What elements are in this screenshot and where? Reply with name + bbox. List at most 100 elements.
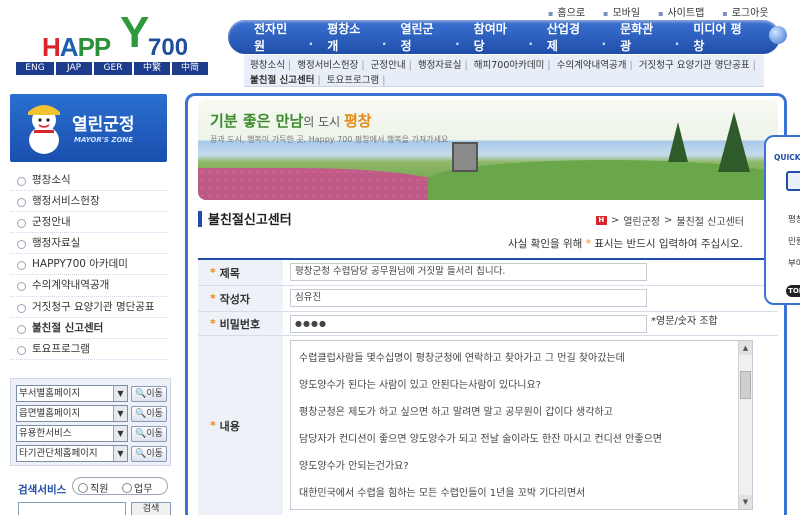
banner-subtitle: 꿈과 도시, 행복이 가득한 곳, Happy 700 평창에서 행복을 가져가… bbox=[210, 135, 449, 144]
subnav-charter[interactable]: 행정서비스헌장 bbox=[297, 60, 358, 71]
subnav-news[interactable]: 평창소식 bbox=[250, 60, 285, 71]
subnav-unkindness-center[interactable]: 불친절 신고센터 bbox=[250, 75, 315, 86]
breadcrumb-item-current: 불친절 신고센터 bbox=[676, 217, 744, 228]
lang-zh-traditional[interactable]: 中繁 bbox=[134, 62, 170, 75]
search-input[interactable] bbox=[18, 502, 126, 515]
left-menu-item[interactable]: HAPPY700 아카데미 bbox=[10, 254, 167, 276]
radio-staff[interactable]: 직원 bbox=[78, 480, 108, 495]
title-bar-marker bbox=[198, 211, 202, 227]
nav-bubble-icon bbox=[769, 26, 787, 44]
quick-item[interactable]: 부어다 bbox=[788, 257, 800, 269]
left-menu-item[interactable]: 토요프로그램 bbox=[10, 339, 167, 360]
content-textarea[interactable]: 수렵클럽사람들 몇수십명이 평창군청에 연락하고 찾아가고 그 먼길 찾아갔는데… bbox=[290, 340, 753, 510]
scroll-thumb[interactable] bbox=[740, 371, 751, 399]
subnav-academy[interactable]: 해피700아카데미 bbox=[474, 60, 545, 71]
quick-item[interactable]: 평창 bbox=[788, 213, 800, 225]
subject-label: * 제목 bbox=[198, 260, 283, 285]
search-icon: 🔍 bbox=[135, 388, 147, 399]
util-logout-link[interactable]: 로그아웃 bbox=[722, 4, 769, 19]
required-notice: 사실 확인을 위해 * 표시는 반드시 입력하여 주십시오. bbox=[508, 238, 743, 250]
banner-tree bbox=[668, 122, 688, 162]
banner-title: 기분 좋은 만남의 도시 평창 bbox=[210, 112, 372, 130]
search-button[interactable]: 검색 bbox=[131, 502, 171, 515]
content-label: * 내용 bbox=[198, 336, 283, 515]
nav-item-tourism[interactable]: 문화관광 bbox=[620, 20, 680, 54]
nav-item-open-admin[interactable]: 열린군정 bbox=[400, 20, 460, 54]
go-button[interactable]: 🔍이동 bbox=[131, 425, 167, 442]
nav-item-media[interactable]: 미디어 평창 bbox=[693, 20, 746, 54]
dept-homepage-select[interactable]: 부서별홈페이지 ▼ bbox=[16, 385, 128, 402]
form-row-author: * 작성자 심유진 bbox=[198, 286, 778, 312]
lang-ger[interactable]: GER bbox=[94, 62, 132, 75]
search-service-title: 검색서비스 bbox=[18, 484, 67, 496]
subject-field[interactable]: 평창군청 수렵담당 공무원님에 거짓말 들서리 칩니다. bbox=[290, 263, 647, 281]
left-menu: 평창소식 행정서비스헌장 군정안내 행정자료실 HAPPY700 아카데미 수의… bbox=[10, 170, 167, 360]
useful-service-select[interactable]: 유용한서비스 ▼ bbox=[16, 425, 128, 442]
go-button[interactable]: 🔍이동 bbox=[131, 385, 167, 402]
left-menu-item[interactable]: 군정안내 bbox=[10, 212, 167, 234]
quick-item[interactable]: 민원 bbox=[788, 235, 800, 247]
sub-nav: 평창소식 | 행정서비스헌장 | 군정안내 | 행정자료실 | 해피700아카데미 | 수… bbox=[244, 55, 764, 87]
scroll-down-icon[interactable]: ▼ bbox=[739, 495, 752, 509]
monitor-icon[interactable] bbox=[786, 171, 800, 191]
town-homepage-select[interactable]: 읍면별홈페이지 ▼ bbox=[16, 405, 128, 422]
breadcrumb-separator: > bbox=[610, 215, 620, 226]
content-line: 수렵클럽사람들 몇수십명이 평창군청에 연락하고 찾아가고 그 먼길 찾아갔는데 bbox=[299, 353, 625, 364]
password-hint: *영문/숫자 조합 bbox=[651, 316, 718, 327]
main-nav: 전자민원 평창소개 열린군정 참여마당 산업경제 문화관광 미디어 평창 bbox=[228, 20, 780, 54]
search-icon: 🔍 bbox=[135, 448, 147, 459]
top-button[interactable]: TOP bbox=[786, 285, 800, 297]
left-menu-item[interactable]: 거짓청구 요양기관 명단공표 bbox=[10, 297, 167, 318]
nav-item-e-civil[interactable]: 전자민원 bbox=[254, 20, 314, 54]
password-field[interactable]: ●●●● bbox=[290, 315, 647, 333]
breadcrumb-separator: > bbox=[664, 215, 673, 226]
banner-cabin bbox=[452, 142, 478, 172]
subnav-archive[interactable]: 행정자료실 bbox=[418, 60, 462, 71]
go-button[interactable]: 🔍이동 bbox=[131, 445, 167, 462]
site-link-box: 부서별홈페이지 ▼ 🔍이동 읍면별홈페이지 ▼ 🔍이동 유용한서비스 ▼ 🔍이동 타기… bbox=[10, 378, 171, 466]
content-line: 담당자가 컨디션이 좋으면 양도양수가 되고 전날 술이라도 한잔 마시고 컨디… bbox=[299, 434, 662, 445]
nav-item-about[interactable]: 평창소개 bbox=[327, 20, 387, 54]
go-button[interactable]: 🔍이동 bbox=[131, 405, 167, 422]
subnav-saturday-program[interactable]: 토요프로그램 bbox=[327, 75, 379, 86]
banner: 기분 좋은 만남의 도시 평창 꿈과 도시, 행복이 가득한 곳, Happy … bbox=[198, 100, 778, 200]
logo-letter-y: Y bbox=[120, 8, 150, 57]
left-menu-item-current[interactable]: 불친절 신고센터 bbox=[10, 318, 167, 339]
left-menu-item[interactable]: 평창소식 bbox=[10, 170, 167, 192]
banner-flower-field bbox=[198, 168, 448, 200]
search-service: 검색서비스 직원 업무 검색 bbox=[10, 474, 171, 515]
lang-zh-simplified[interactable]: 中简 bbox=[172, 62, 208, 75]
chevron-down-icon: ▼ bbox=[113, 406, 127, 421]
subnav-contracts[interactable]: 수의계약내역공개 bbox=[557, 60, 627, 71]
mayors-zone-header: 열린군정 MAYOR'S ZONE bbox=[10, 94, 167, 162]
lang-jap[interactable]: JAP bbox=[56, 62, 92, 75]
happy700-logo[interactable]: HAPP Y 700 bbox=[38, 8, 188, 62]
logo-letter-a: A bbox=[59, 32, 79, 62]
lang-eng[interactable]: ENG bbox=[16, 62, 54, 75]
textarea-scrollbar[interactable]: ▲ ▼ bbox=[738, 341, 752, 509]
other-org-select[interactable]: 타기관단체홈페이지 ▼ bbox=[16, 445, 128, 462]
home-icon[interactable]: H bbox=[595, 216, 607, 225]
left-menu-item[interactable]: 행정서비스헌장 bbox=[10, 191, 167, 213]
nav-item-participation[interactable]: 참여마당 bbox=[474, 20, 534, 54]
author-field[interactable]: 심유진 bbox=[290, 289, 647, 307]
snowman-mascot-icon bbox=[28, 105, 60, 154]
nav-item-industry[interactable]: 산업경제 bbox=[547, 20, 607, 54]
form-row-password: * 비밀번호 ●●●● *영문/숫자 조합 bbox=[198, 312, 778, 336]
radio-work[interactable]: 업무 bbox=[122, 480, 152, 495]
language-bar: ENG JAP GER 中繁 中简 bbox=[16, 62, 208, 75]
subnav-guide[interactable]: 군정안내 bbox=[371, 60, 406, 71]
scroll-up-icon[interactable]: ▲ bbox=[739, 341, 752, 355]
util-sitemap-link[interactable]: 사이트맵 bbox=[658, 4, 704, 19]
util-home-link[interactable]: 홈으로 bbox=[548, 4, 585, 19]
chevron-down-icon: ▼ bbox=[113, 446, 127, 461]
search-icon: 🔍 bbox=[135, 428, 147, 439]
util-mobile-link[interactable]: 모바일 bbox=[603, 4, 640, 19]
breadcrumb-item[interactable]: 열린군정 bbox=[623, 213, 660, 228]
chevron-down-icon: ▼ bbox=[113, 426, 127, 441]
left-menu-item[interactable]: 행정자료실 bbox=[10, 233, 167, 255]
subnav-false-claims[interactable]: 거짓청구 요양기관 명단공표 bbox=[639, 60, 750, 71]
logo-wordmark: HAPP bbox=[42, 32, 111, 63]
report-form: * 제목 평창군청 수렵담당 공무원님에 거짓말 들서리 칩니다. * 작성자 … bbox=[198, 258, 778, 515]
left-menu-item[interactable]: 수의계약내역공개 bbox=[10, 275, 167, 297]
